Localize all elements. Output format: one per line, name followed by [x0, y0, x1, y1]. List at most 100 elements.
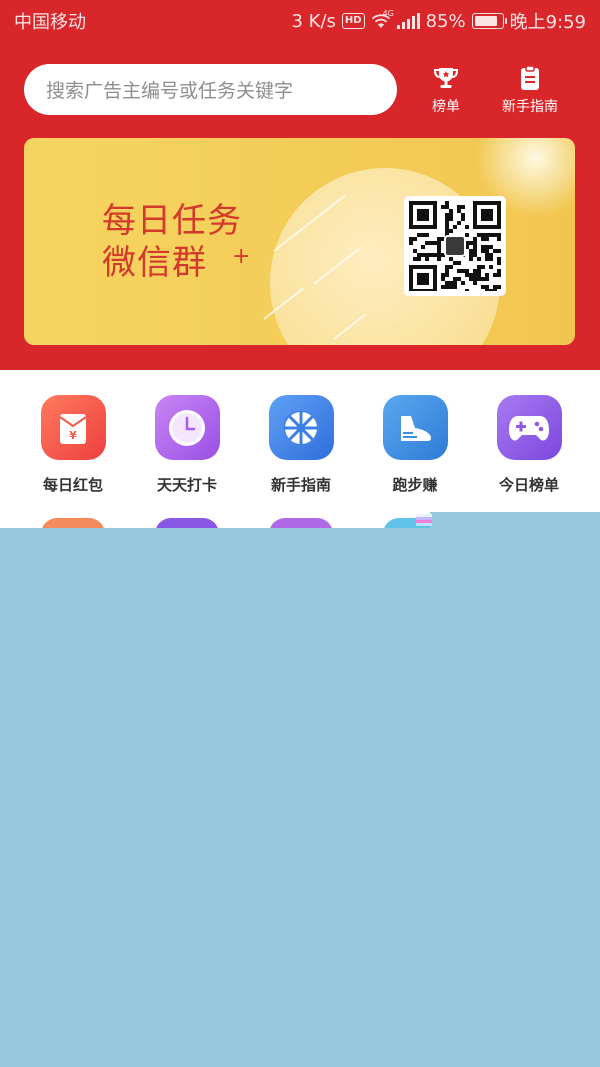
qr-module: [445, 201, 449, 205]
qr-module: [461, 269, 465, 273]
qr-module: [485, 237, 489, 241]
menu-item-label: 天天打卡: [156, 476, 217, 494]
qr-module: [465, 289, 469, 293]
search-input[interactable]: 搜索广告主编号或任务关键字: [24, 64, 397, 115]
qr-module: [441, 285, 445, 289]
qr-code-image: [409, 201, 501, 293]
qr-module: [453, 281, 457, 285]
qr-module: [421, 253, 425, 257]
menu-item-daily-red-packet[interactable]: ¥ 每日红包: [18, 395, 128, 495]
qr-module: [477, 269, 481, 273]
qr-module: [473, 273, 477, 277]
qr-module: [497, 257, 501, 261]
feature-menu: ¥ 每日红包 天天打卡 新手指南 跑步赚 今日榜单: [0, 370, 600, 528]
qr-module: [481, 265, 485, 269]
qr-finder: [417, 209, 429, 221]
qr-module: [437, 245, 441, 249]
qr-finder: [417, 273, 429, 285]
qr-module: [453, 261, 457, 265]
qr-module: [493, 273, 497, 277]
qr-module: [493, 233, 497, 237]
clock-icon: [154, 395, 220, 460]
qr-module: [457, 261, 461, 265]
wechat-group-banner[interactable]: 每日任务 微信群 +: [24, 138, 575, 345]
qr-module: [433, 241, 437, 245]
battery-icon: [471, 13, 507, 29]
trophy-icon: [433, 68, 459, 88]
overlay-panel: [0, 528, 600, 1067]
menu-item-label: 每日红包: [42, 476, 103, 494]
qr-module: [497, 233, 501, 237]
banner-title: 每日任务 微信群: [102, 200, 242, 284]
rank-button[interactable]: 榜单: [424, 64, 468, 116]
qr-module: [425, 233, 429, 237]
qr-module: [437, 237, 441, 241]
qr-module: [457, 269, 461, 273]
shoe-icon: [382, 395, 448, 460]
qr-module: [481, 245, 485, 249]
status-bar: 中国移动 3 K/s HD 4G 85% 晚上9:59: [0, 0, 600, 42]
qr-module: [493, 289, 497, 293]
qr-module: [425, 241, 429, 245]
render-glitch: [416, 514, 432, 526]
qr-module: [489, 289, 493, 293]
menu-item-beginner-guide[interactable]: 新手指南: [246, 395, 356, 495]
wheel-icon: [268, 395, 334, 460]
banner-title-line2: 微信群: [102, 243, 207, 283]
qr-module: [489, 257, 493, 261]
qr-module: [497, 261, 501, 265]
qr-module: [449, 285, 453, 289]
qr-module: [445, 225, 449, 229]
qr-module: [441, 277, 445, 281]
hd-badge: HD: [341, 13, 365, 29]
qr-module: [449, 229, 453, 233]
qr-module: [445, 281, 449, 285]
qr-module: [485, 285, 489, 289]
network-speed: 3 K/s: [291, 10, 336, 32]
qr-module: [485, 249, 489, 253]
qr-module: [453, 225, 457, 229]
menu-item-label: 新手指南: [270, 476, 331, 494]
menu-item-running-earn[interactable]: 跑步赚: [360, 395, 470, 495]
qr-module: [445, 221, 449, 225]
qr-module: [429, 241, 433, 245]
qr-module: [449, 213, 453, 217]
qr-module: [445, 205, 449, 209]
qr-module: [465, 233, 469, 237]
rank-button-label: 榜单: [432, 99, 460, 115]
qr-module: [489, 265, 493, 269]
guide-button[interactable]: 新手指南: [496, 64, 564, 116]
qr-module: [473, 245, 477, 249]
qr-module: [473, 253, 477, 257]
qr-module: [457, 221, 461, 225]
qr-module: [449, 265, 453, 269]
qr-module: [449, 281, 453, 285]
qr-module: [497, 237, 501, 241]
qr-module: [417, 257, 421, 261]
guide-button-label: 新手指南: [502, 99, 558, 115]
menu-item-today-rank[interactable]: 今日榜单: [474, 395, 584, 495]
qr-module: [469, 241, 473, 245]
qr-module: [453, 277, 457, 281]
qr-module: [449, 209, 453, 213]
qr-module: [481, 233, 485, 237]
menu-item-label: 跑步赚: [392, 476, 438, 494]
qr-module: [437, 257, 441, 261]
qr-module: [413, 237, 417, 241]
qr-module: [469, 249, 473, 253]
qr-module: [453, 285, 457, 289]
qr-module: [445, 269, 449, 273]
qr-module: [485, 273, 489, 277]
qr-module: [473, 237, 477, 241]
qr-module: [421, 233, 425, 237]
qr-module: [473, 277, 477, 281]
menu-item-daily-checkin[interactable]: 天天打卡: [132, 395, 242, 495]
qr-code-icon[interactable]: [404, 196, 506, 296]
clock: 晚上9:59: [509, 12, 586, 33]
battery-percent: 85%: [425, 10, 466, 32]
qr-module: [477, 277, 481, 281]
qr-module: [469, 257, 473, 261]
qr-module: [477, 257, 481, 261]
qr-module: [449, 217, 453, 221]
qr-module: [409, 241, 413, 245]
